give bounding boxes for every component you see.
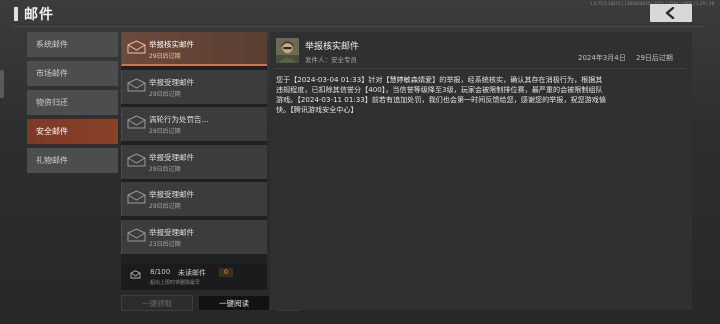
mail-item[interactable]: 举报受理邮件 29日后过期 xyxy=(121,144,267,179)
header-divider xyxy=(14,26,704,27)
category-gifts[interactable]: 礼物邮件 xyxy=(27,148,118,173)
mail-expiry: 29日后过期 xyxy=(149,90,181,98)
mail-item[interactable]: 举报核实邮件 29日后过期 xyxy=(121,32,267,66)
body-line: 快。【腾讯游戏安全中心】 xyxy=(276,105,358,114)
mail-list[interactable]: 举报核实邮件 29日后过期 举报受理邮件 29日后过期 涡轮行为处罚告... 2… xyxy=(121,32,267,290)
mail-subject: 举报受理邮件 xyxy=(149,152,194,162)
page-title: 邮件 xyxy=(24,7,54,23)
category-system[interactable]: 系统邮件 xyxy=(27,32,118,57)
mail-expiry: 29日后过期 xyxy=(149,53,181,60)
unread-label: 未读邮件 xyxy=(178,269,206,277)
category-label: 礼物邮件 xyxy=(36,156,68,165)
claim-all-button[interactable]: 一键领取 xyxy=(121,295,193,311)
detail-title: 举报核实邮件 xyxy=(305,42,360,52)
mail-item[interactable]: 举报受理邮件 29日后过期 xyxy=(121,182,267,216)
capacity-hint: 超出上限时将删除最早 xyxy=(150,280,201,286)
detail-date: 2024年3月4日 xyxy=(578,54,626,62)
mail-expiry: 23日后过期 xyxy=(149,240,181,248)
envelope-icon xyxy=(127,40,146,54)
category-sidebar: 系统邮件 市场邮件 物资归还 安全邮件 礼物邮件 xyxy=(27,32,118,177)
envelope-icon xyxy=(127,115,146,129)
category-returns[interactable]: 物资归还 xyxy=(27,90,118,115)
body-line: 违规程度，已扣除其信誉分【400】，当信誉等级降至3级，玩家会被限制排位赛，最严… xyxy=(276,85,603,94)
envelope-icon xyxy=(127,152,146,166)
category-label: 系统邮件 xyxy=(36,40,68,49)
envelope-icon xyxy=(127,227,146,241)
mail-detail-panel: 举报核实邮件 发件人：安全专员 2024年3月4日 29日后过期 您于【2024… xyxy=(270,32,692,310)
mail-item[interactable]: 涡轮行为处罚告... 29日后过期 xyxy=(121,107,267,141)
mail-subject: 举报受理邮件 xyxy=(149,190,194,199)
category-market[interactable]: 市场邮件 xyxy=(27,61,118,86)
read-all-button[interactable]: 一键阅读 xyxy=(198,295,270,311)
category-label: 安全邮件 xyxy=(36,127,68,136)
mail-subject: 涡轮行为处罚告... xyxy=(149,115,209,124)
category-label: 物资归还 xyxy=(36,98,68,107)
back-button[interactable] xyxy=(650,4,692,22)
envelope-icon xyxy=(127,190,146,204)
envelope-icon xyxy=(127,77,146,91)
mail-item[interactable]: 举报受理邮件 23日后过期 xyxy=(121,219,267,254)
chevron-left-icon xyxy=(665,7,675,19)
detail-expiry: 29日后过期 xyxy=(636,54,673,62)
detail-divider xyxy=(274,68,686,69)
page-header: 邮件 xyxy=(14,4,54,24)
mail-count: 8/100 xyxy=(150,268,171,276)
mail-item[interactable]: 举报受理邮件 29日后过期 xyxy=(121,69,267,104)
mail-subject: 举报受理邮件 xyxy=(149,77,194,87)
body-line: 游戏。【2024-03-11 01:33】前若有追加处罚，我们也会第一时间反馈给… xyxy=(276,95,606,104)
side-drawer-handle[interactable] xyxy=(0,70,4,98)
mail-expiry: 29日后过期 xyxy=(149,165,181,173)
unread-count-badge: 0 xyxy=(219,268,233,277)
category-security[interactable]: 安全邮件 xyxy=(27,119,118,144)
mail-expiry: 29日后过期 xyxy=(149,203,181,210)
inbox-icon xyxy=(130,270,141,279)
mail-expiry: 29日后过期 xyxy=(149,128,181,135)
sender-avatar xyxy=(276,38,299,63)
mail-subject: 举报核实邮件 xyxy=(149,40,194,49)
detail-body: 您于【2024-03-04 01:33】针对【慧婷敏森婧爱】的举报，经系统核实，… xyxy=(276,75,678,115)
mailbox-capacity-bar: 8/100 未读邮件 0 超出上限时将删除最早 xyxy=(121,264,267,290)
title-accent-bar xyxy=(14,7,18,21)
mail-subject: 举报受理邮件 xyxy=(149,227,194,237)
category-label: 市场邮件 xyxy=(36,69,68,78)
detail-sender: 发件人：安全专员 xyxy=(305,56,357,64)
body-line: 您于【2024-03-04 01:33】针对【慧婷敏森婧爱】的举报，经系统核实，… xyxy=(276,75,603,84)
